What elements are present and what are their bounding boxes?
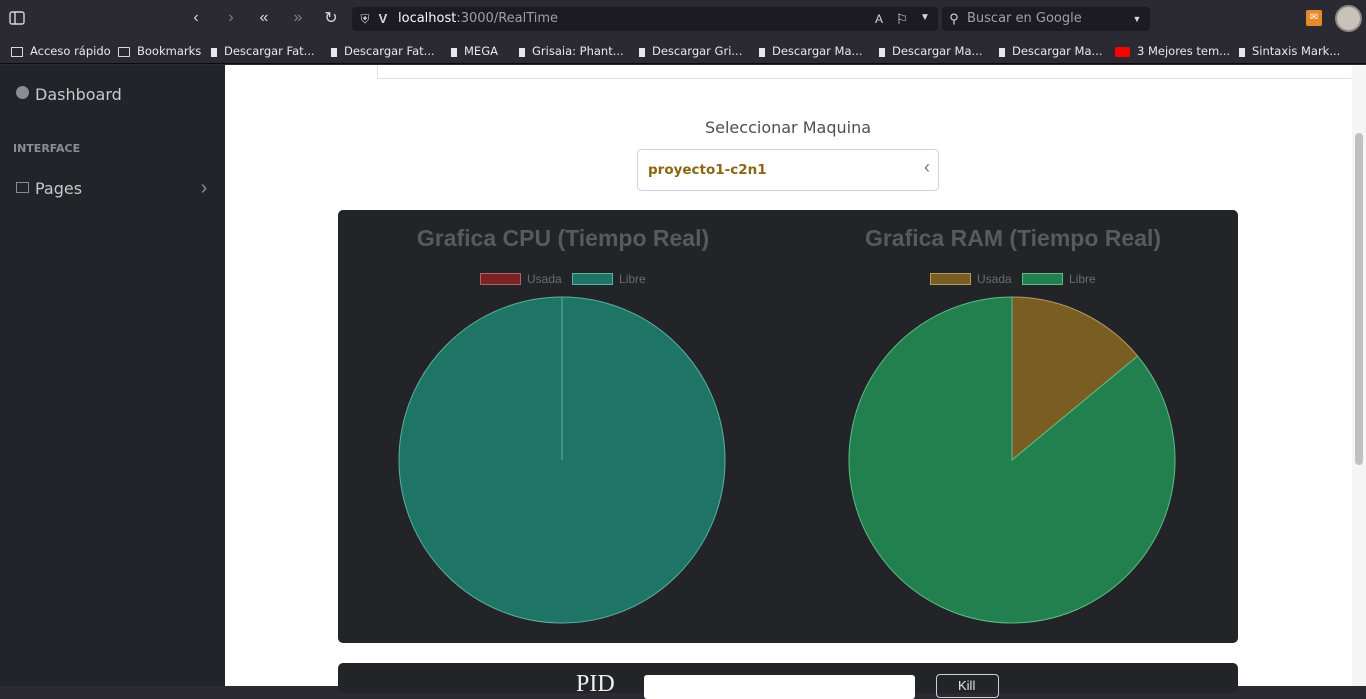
ram-pie-chart [848,296,1176,624]
page-icon [331,48,337,57]
bookmark-item[interactable]: MEGA [451,44,498,58]
legend-swatch [1022,273,1064,285]
page-icon [639,48,645,57]
columns-icon [16,182,29,193]
page-icon [879,48,885,57]
avatar[interactable] [1335,5,1362,32]
cpu-chart-title: Grafica CPU (Tiempo Real) [416,225,710,251]
bookmark-icon[interactable]: ⚐ [893,9,911,29]
youtube-icon [1115,47,1130,57]
extension-icon[interactable]: ✉ [1306,10,1322,26]
shield-icon: ⛨ [360,12,370,26]
page-icon [1239,48,1245,57]
cpu-legend: Usada Libre [480,272,646,286]
pid-label: PID [576,671,615,697]
kill-button[interactable]: Kill [936,674,999,698]
ram-legend: Usada Libre [930,272,1096,286]
bookmarks-bar: Acceso rápido Bookmarks Descargar Fat...… [0,38,1366,64]
sidebar-heading: INTERFACE [13,142,81,155]
dashboard-icon [16,86,29,99]
chevron-left-icon: ‹ [924,157,930,177]
ram-legend-item-libre[interactable]: Libre [1022,272,1096,286]
bookmark-item[interactable]: Descargar Ma... [879,44,982,58]
fast-forward-icon[interactable]: » [289,8,307,28]
bookmark-item[interactable]: Sintaxis Mark... [1239,44,1340,58]
ram-legend-item-usada[interactable]: Usada [930,272,1012,286]
url-path: :3000/RealTime [456,11,559,26]
sidebar-item-dashboard[interactable]: Dashboard [16,85,122,104]
kill-panel: PID Kill [338,663,1238,699]
selected-machine: proyecto1-c2n1 [648,162,767,178]
machine-select[interactable]: proyecto1-c2n1 ‹ [637,149,939,191]
browser-toolbar: ‹ › « » ↻ ⛨ V localhost:3000/RealTime A … [0,0,1366,38]
page-icon [211,48,217,57]
rewind-icon[interactable]: « [255,8,273,28]
search-dropdown-icon[interactable]: ▼ [1128,9,1146,29]
quick-access-icon [11,47,23,57]
sidebar-toggle-icon[interactable] [8,9,26,27]
legend-swatch [930,273,971,285]
cpu-legend-item-usada[interactable]: Usada [480,272,562,286]
bookmark-item[interactable]: Descargar Fat... [211,44,315,58]
bookmark-item[interactable]: Bookmarks [118,44,201,58]
page-icon [999,48,1005,57]
page-icon [519,48,525,57]
ram-chart-title: Grafica RAM (Tiempo Real) [864,225,1162,251]
page-content: Dashboard INTERFACE Pages › Seleccionar … [0,65,1366,699]
folder-icon [118,47,130,57]
bookmark-item[interactable]: 3 Mejores tem... [1115,44,1230,58]
search-bar[interactable]: ⚲ Buscar en Google ▼ [942,7,1150,31]
legend-swatch [572,273,614,285]
translate-icon[interactable]: A [870,9,888,29]
v-icon: V [378,11,388,26]
forward-icon[interactable]: › [222,8,240,28]
page-icon [451,48,457,57]
chart-panel: Grafica CPU (Tiempo Real) Usada Libre Gr… [338,210,1238,643]
bookmark-item[interactable]: Descargar Ma... [999,44,1102,58]
back-icon[interactable]: ‹ [187,8,205,28]
address-bar[interactable]: ⛨ V localhost:3000/RealTime A ⚐ ▼ [352,7,938,31]
bookmark-item[interactable]: Acceso rápido [11,44,111,58]
bookmark-item[interactable]: Descargar Fat... [331,44,435,58]
cpu-legend-item-libre[interactable]: Libre [572,272,646,286]
pid-input[interactable] [644,675,915,699]
page-icon [759,48,765,57]
bookmark-item[interactable]: Descargar Gri... [639,44,742,58]
search-placeholder: Buscar en Google [967,11,1082,26]
search-icon: ⚲ [949,11,959,26]
bookmark-item[interactable]: Descargar Ma... [759,44,862,58]
select-label: Seleccionar Maquina [704,118,872,137]
reload-icon[interactable]: ↻ [322,9,340,29]
scrollbar-thumb[interactable] [1355,133,1363,465]
cpu-pie-chart [398,296,726,624]
sidebar-item-pages[interactable]: Pages [16,179,82,198]
bookmark-item[interactable]: Grisaia: Phant... [519,44,624,58]
sidebar: Dashboard INTERFACE Pages › [0,65,225,686]
chevron-right-icon[interactable]: › [196,178,212,198]
dropdown-icon[interactable]: ▼ [916,8,934,28]
scrollbar[interactable] [1352,65,1366,686]
url-host: localhost [398,11,457,26]
header-bar [377,65,1351,79]
legend-swatch [480,273,521,285]
